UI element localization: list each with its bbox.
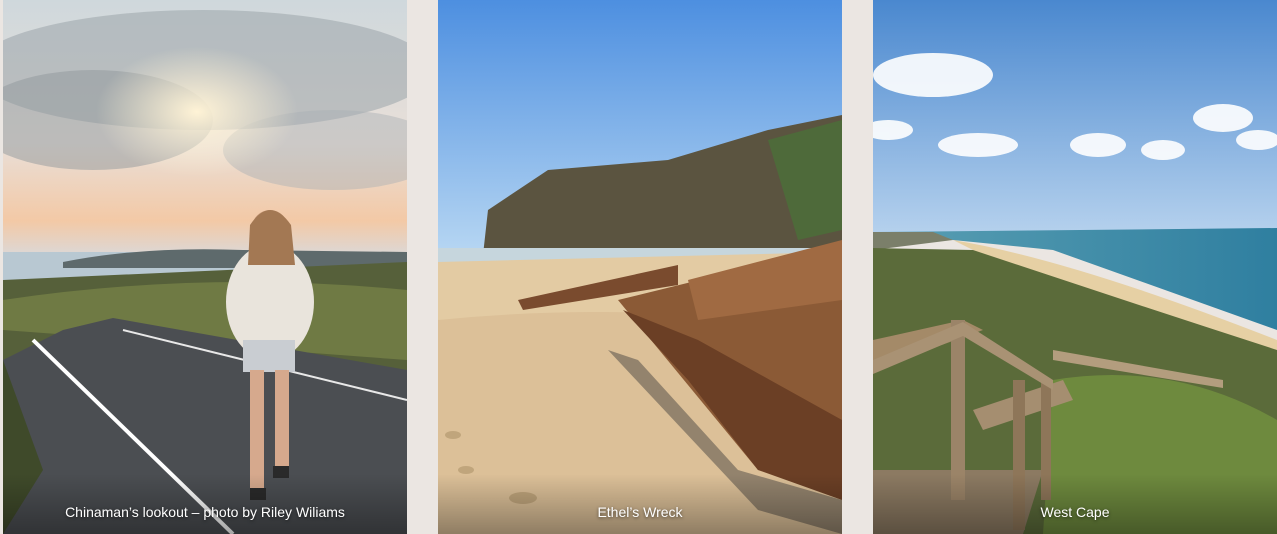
gallery-card-west-cape[interactable]: West Cape: [873, 0, 1277, 534]
card-caption: West Cape: [1040, 504, 1110, 520]
ethels-wreck-photo: [438, 0, 842, 534]
gallery-card-chinamans-lookout[interactable]: Chinaman’s lookout – photo by Riley Wili…: [3, 0, 407, 534]
card-caption: Chinaman’s lookout – photo by Riley Wili…: [65, 504, 345, 520]
chinamans-lookout-photo: [3, 0, 407, 534]
card-caption: Ethel’s Wreck: [597, 504, 683, 520]
west-cape-photo: [873, 0, 1277, 534]
gallery-card-ethels-wreck[interactable]: Ethel’s Wreck: [438, 0, 842, 534]
